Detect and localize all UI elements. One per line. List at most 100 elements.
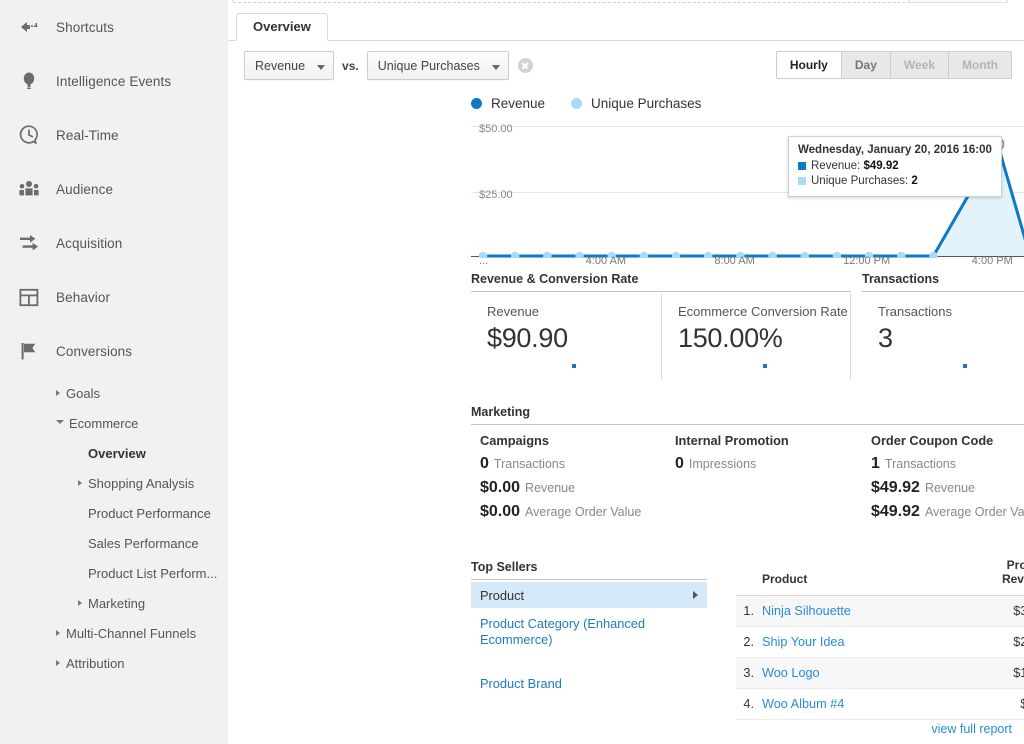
marketing-stat-unit: Average Order Value bbox=[525, 505, 641, 519]
sidebar-item-label: Real-Time bbox=[56, 128, 119, 143]
sidebar-item-real-time[interactable]: Real-Time bbox=[0, 108, 228, 162]
top-sellers-selected-label: Product bbox=[480, 588, 524, 603]
marketing-stat: $0.00Average Order Value bbox=[480, 503, 641, 521]
row-product-cell: Woo Album #4 bbox=[762, 689, 962, 720]
lightbulb-icon bbox=[14, 70, 44, 92]
primary-metric-select[interactable]: Revenue bbox=[244, 51, 334, 80]
chevron-right-icon bbox=[693, 591, 698, 599]
legend-swatch bbox=[571, 98, 582, 109]
marketing-stat-number: 0 bbox=[480, 455, 489, 472]
sidebar-item-intelligence-events[interactable]: Intelligence Events bbox=[0, 54, 228, 108]
granularity-hourly[interactable]: Hourly bbox=[777, 52, 842, 78]
marketing-stat: $49.92Average Order Value bbox=[871, 503, 1024, 521]
sidebar-subitem-overview[interactable]: Overview bbox=[0, 438, 228, 468]
sidebar-subitem-product-list-perform-[interactable]: Product List Perform... bbox=[0, 558, 228, 588]
marketing-column-title: Order Coupon Code bbox=[871, 433, 1024, 448]
row-product-revenue: $35.00 bbox=[962, 596, 1024, 627]
sidebar-subitem-sales-performance[interactable]: Sales Performance bbox=[0, 528, 228, 558]
legend-item-unique-purchases[interactable]: Unique Purchases bbox=[571, 96, 701, 111]
x-axis: ...4:00 AM8:00 AM12:00 PM4:00 PM8:00 PM bbox=[471, 253, 1024, 273]
secondary-metric-value: Unique Purchases bbox=[378, 59, 480, 73]
marketing-stat-number: 1 bbox=[871, 455, 880, 472]
row-product-revenue: $9.00 bbox=[962, 689, 1024, 720]
product-link[interactable]: Ninja Silhouette bbox=[762, 604, 851, 618]
sidebar-item-label: Conversions bbox=[56, 344, 132, 359]
product-link[interactable]: Woo Logo bbox=[762, 666, 820, 680]
chevron-down-icon bbox=[56, 420, 64, 427]
marketing-stat-number: $49.92 bbox=[871, 479, 920, 496]
transactions-metrics: Transactions 3 Average Order Value $30.3… bbox=[862, 294, 1024, 380]
sidebar-item-conversions[interactable]: Conversions bbox=[0, 324, 228, 378]
metric-value: $90.90 bbox=[487, 323, 661, 354]
chevron-down-icon bbox=[492, 59, 500, 73]
chevron-right-icon bbox=[56, 660, 60, 666]
table-row: 4.Woo Album #4$9.0011.69% bbox=[736, 689, 1024, 720]
sidebar-item-behavior[interactable]: Behavior bbox=[0, 270, 228, 324]
sidebar-item-shortcuts[interactable]: Shortcuts bbox=[0, 0, 228, 54]
conversions-subnav: Goals Ecommerce Overview Shopping Analysis P… bbox=[0, 378, 228, 678]
sidebar-item-audience[interactable]: Audience bbox=[0, 162, 228, 216]
sidebar-item-acquisition[interactable]: Acquisition bbox=[0, 216, 228, 270]
marketing-stat: 0Transactions bbox=[480, 455, 641, 473]
tooltip-swatch-purchases bbox=[798, 177, 806, 185]
sparkline bbox=[763, 364, 767, 368]
row-product-cell: Woo Logo bbox=[762, 658, 962, 689]
marketing-stat-unit: Revenue bbox=[925, 481, 975, 495]
product-link[interactable]: Woo Album #4 bbox=[762, 697, 844, 711]
sidebar-subitem-shopping-analysis[interactable]: Shopping Analysis bbox=[0, 468, 228, 498]
granularity-toggle: HourlyDayWeekMonth bbox=[776, 51, 1012, 79]
granularity-day[interactable]: Day bbox=[842, 52, 891, 78]
x-axis-tick: 4:00 AM bbox=[586, 255, 626, 267]
sidebar-subitem-multi-channel-funnels[interactable]: Multi-Channel Funnels bbox=[0, 618, 228, 648]
top-sellers-dimension-product-category[interactable]: Product Category (Enhanced Ecommerce) bbox=[480, 616, 680, 648]
tooltip-label: Unique Purchases: bbox=[811, 175, 908, 187]
granularity-month: Month bbox=[949, 52, 1011, 78]
tooltip-value: $49.92 bbox=[863, 160, 898, 172]
flag-icon bbox=[14, 341, 44, 361]
sidebar-subitem-attribution[interactable]: Attribution bbox=[0, 648, 228, 678]
tab-overview[interactable]: Overview bbox=[236, 13, 328, 41]
legend-item-revenue[interactable]: Revenue bbox=[471, 96, 545, 111]
secondary-metric-select[interactable]: Unique Purchases bbox=[367, 51, 509, 80]
col-index bbox=[736, 558, 762, 596]
revenue-metrics: Revenue $90.90 Ecommerce Conversion Rate… bbox=[471, 294, 851, 380]
tooltip-title: Wednesday, January 20, 2016 16:00 bbox=[798, 143, 992, 158]
sidebar-subitem-label: Ecommerce bbox=[69, 416, 138, 431]
sidebar-subitem-product-performance[interactable]: Product Performance bbox=[0, 498, 228, 528]
sidebar-item-label: Audience bbox=[56, 182, 113, 197]
marketing-stat: 0Impressions bbox=[675, 455, 789, 473]
close-circle-icon[interactable] bbox=[518, 58, 533, 73]
sidebar-item-label: Behavior bbox=[56, 290, 110, 305]
sidebar-subitem-label: Goals bbox=[66, 386, 100, 401]
marketing-stat-unit: Average Order Value bbox=[925, 505, 1024, 519]
row-index: 2. bbox=[736, 627, 762, 658]
sidebar-subitem-ecommerce[interactable]: Ecommerce bbox=[0, 408, 228, 438]
legend-label: Revenue bbox=[491, 96, 545, 111]
top-sellers-title: Top Sellers bbox=[471, 560, 707, 580]
tooltip-value: 2 bbox=[911, 175, 917, 187]
metric-label: Transactions bbox=[878, 304, 1024, 319]
col-product: Product bbox=[762, 558, 962, 596]
tooltip-label: Revenue: bbox=[811, 160, 860, 172]
metric-label: Ecommerce Conversion Rate bbox=[678, 304, 851, 319]
top-sellers-dimension-product-brand[interactable]: Product Brand bbox=[480, 676, 680, 692]
sidebar-subitem-goals[interactable]: Goals bbox=[0, 378, 228, 408]
row-index: 1. bbox=[736, 596, 762, 627]
top-sellers-dimension-product[interactable]: Product bbox=[471, 582, 707, 608]
chevron-right-icon bbox=[78, 480, 82, 486]
shortcuts-icon bbox=[14, 19, 44, 35]
table-row: 3.Woo Logo$13.0016.88% bbox=[736, 658, 1024, 689]
sidebar-subitem-label: Shopping Analysis bbox=[88, 476, 194, 491]
product-link[interactable]: Ship Your Idea bbox=[762, 635, 845, 649]
row-product-revenue: $20.00 bbox=[962, 627, 1024, 658]
col-product-revenue: Product Revenue bbox=[962, 558, 1024, 596]
x-axis-tick: 8:00 AM bbox=[714, 255, 754, 267]
view-full-report-link[interactable]: view full report bbox=[931, 722, 1012, 736]
marketing-stat: $0.00Revenue bbox=[480, 479, 641, 497]
legend-swatch bbox=[471, 98, 482, 109]
row-product-cell: Ninja Silhouette bbox=[762, 596, 962, 627]
sidebar-subitem-marketing[interactable]: Marketing bbox=[0, 588, 228, 618]
granularity-week: Week bbox=[891, 52, 949, 78]
sidebar-subitem-label: Attribution bbox=[66, 656, 125, 671]
tooltip-swatch-revenue bbox=[798, 162, 806, 170]
